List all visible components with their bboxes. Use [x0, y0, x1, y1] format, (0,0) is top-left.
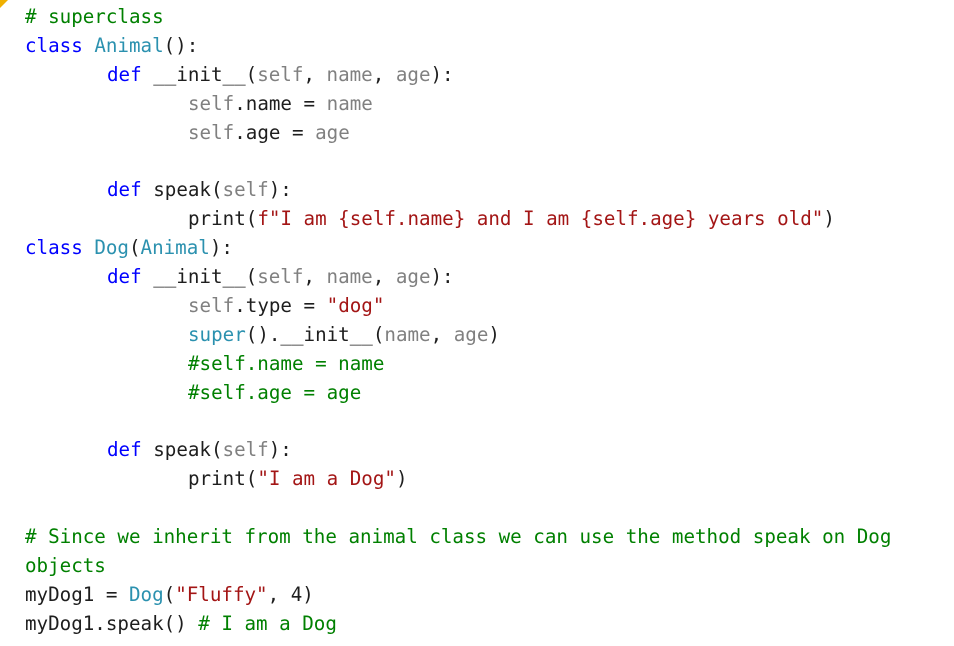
code-line: # Since we inherit from the animal class…	[25, 523, 945, 552]
code-text: speak(	[153, 438, 223, 462]
code-parameter: self	[188, 120, 235, 144]
code-text: myDog1.speak()	[25, 611, 199, 635]
code-text: )	[488, 322, 500, 346]
code-text: , 4)	[267, 582, 314, 606]
code-string: f"I am {self.name} and I am {self.age} y…	[257, 207, 824, 231]
code-line: def speak(self):	[25, 176, 945, 205]
code-text: .name =	[234, 91, 327, 115]
code-text: ().__init__(	[245, 322, 385, 346]
code-text: myDog1 =	[25, 582, 129, 606]
code-class-name: Animal	[140, 236, 210, 260]
code-text: ,	[372, 62, 396, 86]
code-line: myDog1 = Dog("Fluffy", 4)	[25, 581, 945, 610]
code-comment: #self.age = age	[188, 380, 362, 404]
code-keyword: class	[25, 236, 95, 260]
code-text: (	[163, 582, 176, 606]
code-text: ):	[268, 438, 292, 462]
code-text: ):	[430, 265, 454, 289]
code-class-name: Animal	[94, 33, 164, 57]
code-line: self.age = age	[25, 119, 945, 148]
code-text: (	[128, 236, 141, 260]
code-text: __init__(	[153, 62, 258, 86]
code-text: ():	[163, 33, 199, 57]
code-text: ,	[303, 265, 327, 289]
code-line: print(f"I am {self.name} and I am {self.…	[25, 205, 945, 234]
code-text: ,	[303, 62, 327, 86]
code-parameter: name	[326, 265, 373, 289]
code-text: )	[823, 207, 835, 231]
code-keyword: def	[107, 438, 154, 462]
code-keyword: def	[107, 62, 154, 86]
code-parameter: self	[188, 293, 235, 317]
code-parameter: age	[453, 322, 489, 346]
code-line: # superclass	[25, 3, 945, 32]
code-line: super().__init__(name, age)	[25, 321, 945, 350]
code-parameter: self	[222, 178, 269, 202]
code-line: def __init__(self, name, age):	[25, 263, 945, 292]
code-keyword: def	[107, 265, 154, 289]
code-line: def __init__(self, name, age):	[25, 61, 945, 90]
code-comment: objects	[25, 553, 106, 577]
code-string: "dog"	[326, 293, 385, 317]
code-text: ):	[268, 178, 292, 202]
code-text: ):	[209, 236, 233, 260]
code-parameter: age	[315, 120, 350, 144]
code-text: ,	[430, 322, 454, 346]
code-comment: # I am a Dog	[198, 611, 337, 635]
code-line: #self.age = age	[25, 379, 945, 408]
code-parameter: age	[395, 265, 431, 289]
code-class-name: super	[188, 322, 246, 346]
code-line: objects	[25, 552, 945, 581]
code-parameter: name	[326, 91, 373, 115]
code-keyword: def	[107, 178, 154, 202]
code-line: #self.name = name	[25, 350, 945, 379]
code-parameter: self	[188, 91, 235, 115]
code-line: class Animal():	[25, 32, 945, 61]
code-block: # superclass class Animal(): def __init_…	[25, 3, 945, 639]
code-line: class Dog(Animal):	[25, 234, 945, 263]
code-comment: # superclass	[25, 5, 164, 28]
code-text: ,	[372, 265, 396, 289]
code-comment: # Since we inherit from the animal class…	[25, 525, 892, 549]
code-text: print(	[188, 467, 258, 491]
code-class-name: Dog	[94, 236, 129, 260]
code-text: speak(	[153, 178, 223, 202]
code-parameter: name	[326, 62, 373, 86]
code-parameter: self	[257, 265, 304, 289]
code-line: print("I am a Dog")	[25, 465, 945, 494]
code-parameter: name	[384, 322, 431, 346]
code-parameter: self	[222, 438, 269, 462]
code-string: "I am a Dog"	[257, 467, 396, 491]
code-parameter: age	[395, 62, 431, 86]
code-line: myDog1.speak() # I am a Dog	[25, 610, 945, 639]
code-comment: #self.name = name	[188, 351, 385, 375]
code-text: print(	[188, 207, 258, 231]
code-text: ):	[430, 62, 454, 86]
code-text: )	[395, 467, 408, 491]
code-text: __init__(	[153, 265, 258, 289]
code-text: .age =	[234, 120, 316, 144]
code-keyword: class	[25, 33, 95, 57]
code-line: self.name = name	[25, 90, 945, 119]
code-class-name: Dog	[128, 582, 164, 606]
corner-marker	[0, 0, 8, 8]
code-text: .type =	[234, 293, 327, 317]
code-line: self.type = "dog"	[25, 292, 945, 321]
code-parameter: self	[257, 62, 304, 86]
code-string: "Fluffy"	[175, 582, 268, 606]
code-line: def speak(self):	[25, 436, 945, 465]
